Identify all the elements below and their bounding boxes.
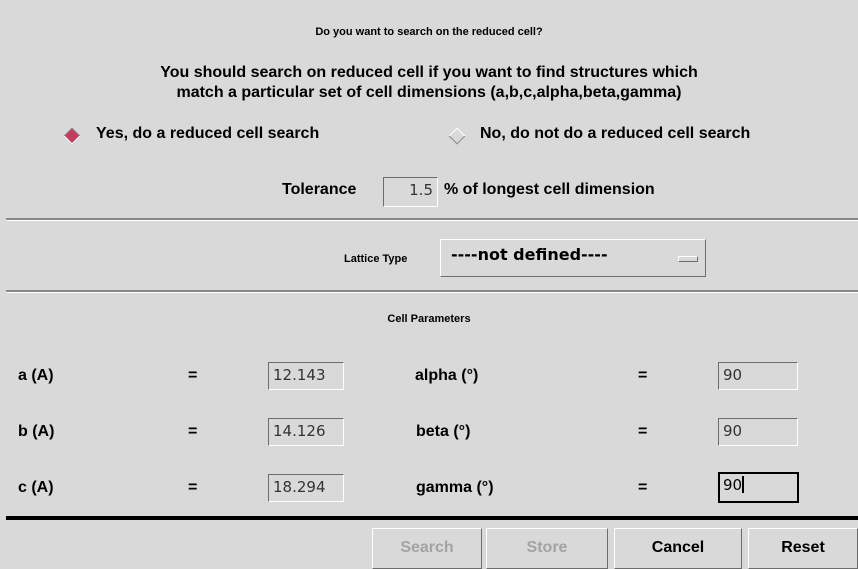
param-input-a[interactable]: 12.143: [268, 362, 344, 390]
param-label-alpha: alpha (°): [415, 367, 479, 384]
reduced-cell-explanation-line2: match a particular set of cell dimension…: [176, 84, 682, 101]
param-input-b[interactable]: 14.126: [268, 418, 344, 446]
param-input-c[interactable]: 18.294: [268, 474, 344, 502]
param-label-a: a (A): [18, 367, 54, 384]
reduced-cell-explanation-line1: You should search on reduced cell if you…: [160, 64, 698, 81]
dropdown-indicator-icon: [678, 256, 698, 262]
equals-sign: =: [188, 423, 198, 440]
param-label-c: c (A): [18, 479, 54, 496]
cell-parameters-title: Cell Parameters: [387, 313, 471, 325]
tolerance-input[interactable]: 1.5: [383, 177, 438, 207]
reduced-cell-question: Do you want to search on the reduced cel…: [315, 26, 543, 38]
reset-button[interactable]: Reset: [748, 528, 858, 569]
lattice-type-dropdown[interactable]: ----not defined----: [440, 239, 706, 277]
param-input-alpha[interactable]: 90: [718, 362, 798, 390]
tolerance-suffix: % of longest cell dimension: [444, 181, 655, 198]
radio-selected-icon[interactable]: [63, 127, 81, 145]
section-divider: [6, 218, 858, 221]
reduced-cell-yes-label[interactable]: Yes, do a reduced cell search: [96, 125, 319, 143]
radio-unselected-icon[interactable]: [448, 127, 466, 145]
lattice-type-value: ----not defined----: [451, 245, 608, 264]
equals-sign: =: [638, 367, 648, 384]
equals-sign: =: [638, 423, 648, 440]
tolerance-label: Tolerance: [282, 181, 357, 198]
param-label-gamma: gamma (°): [416, 479, 494, 496]
search-button[interactable]: Search: [372, 528, 482, 569]
cancel-button[interactable]: Cancel: [614, 528, 742, 569]
param-label-beta: beta (°): [416, 423, 471, 440]
equals-sign: =: [188, 479, 198, 496]
section-divider: [6, 290, 858, 293]
reduced-cell-no-label[interactable]: No, do not do a reduced cell search: [480, 125, 750, 143]
lattice-type-label: Lattice Type: [344, 253, 408, 265]
equals-sign: =: [188, 367, 198, 384]
equals-sign: =: [638, 479, 648, 496]
button-bar-divider: [6, 516, 858, 520]
param-input-gamma[interactable]: 90: [718, 472, 799, 503]
text-caret: [742, 476, 745, 493]
store-button[interactable]: Store: [486, 528, 608, 569]
param-input-gamma-value: 90: [723, 476, 743, 494]
param-label-b: b (A): [18, 423, 55, 440]
param-input-beta[interactable]: 90: [718, 418, 798, 446]
